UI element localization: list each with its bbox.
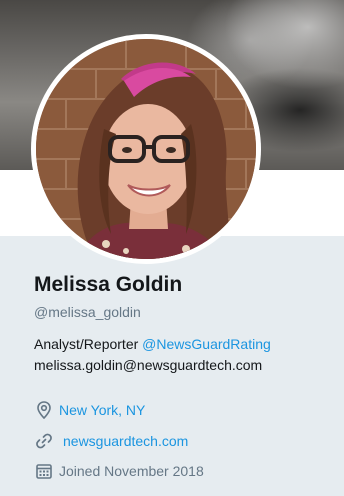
profile-bio: Analyst/Reporter @NewsGuardRating meliss… <box>34 334 332 376</box>
profile-info: Melissa Goldin @melissa_goldin Analyst/R… <box>34 270 332 376</box>
avatar[interactable] <box>36 39 256 259</box>
website-row: newsguardtech.com <box>34 431 188 451</box>
bio-text: Analyst/Reporter <box>34 336 143 352</box>
profile-handle: @melissa_goldin <box>34 304 141 320</box>
website-link[interactable]: newsguardtech.com <box>63 433 188 449</box>
map-pin-icon <box>34 400 54 420</box>
banner-highlight <box>224 0 344 90</box>
avatar-ring <box>31 34 261 264</box>
location-link[interactable]: New York, NY <box>59 402 145 418</box>
bio-mention-link[interactable]: @NewsGuardRating <box>142 336 271 352</box>
link-icon <box>34 431 54 451</box>
location-row: New York, NY <box>34 400 145 420</box>
joined-row: Joined November 2018 <box>34 461 204 481</box>
bio-email: melissa.goldin@newsguardtech.com <box>34 357 263 373</box>
joined-date: Joined November 2018 <box>59 463 204 479</box>
calendar-icon <box>34 461 54 481</box>
profile-name: Melissa Goldin <box>34 273 183 296</box>
